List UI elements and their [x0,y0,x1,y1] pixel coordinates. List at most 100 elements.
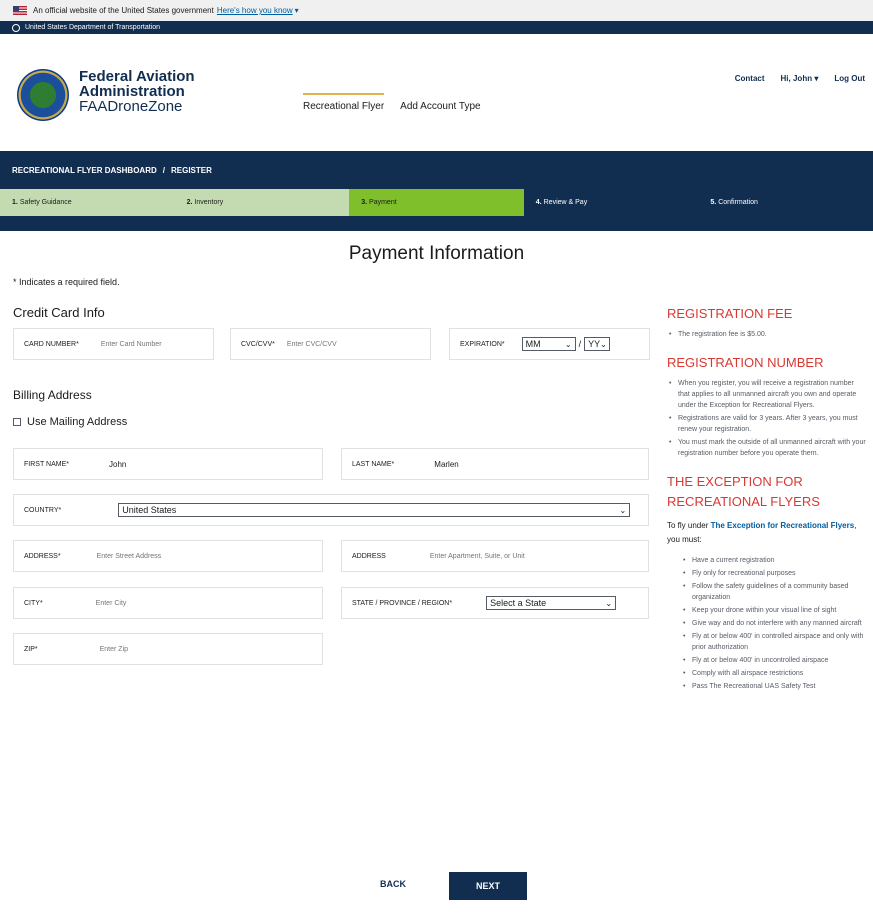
gov-banner-text: An official website of the United States… [33,6,214,15]
list-item: Comply with all airspace restrictions [681,668,867,679]
address2-field[interactable]: ADDRESS Enter Apartment, Suite, or Unit [341,540,649,572]
country-label: COUNTRY* [24,506,62,514]
required-note: * Indicates a required field. [13,277,120,287]
first-name-input[interactable]: John [109,460,126,469]
logout-link[interactable]: Log Out [834,74,865,83]
state-label: STATE / PROVINCE / REGION* [352,599,453,607]
user-menu[interactable]: Hi, John ▾ [781,74,819,83]
list-item: Fly only for recreational purposes [681,568,867,579]
expiration-field: EXPIRATION* MM ⌄ / YY ⌄ [449,328,650,360]
city-input[interactable]: Enter City [96,600,127,607]
chevron-down-icon: ⌄ [600,339,607,349]
contact-link[interactable]: Contact [735,74,765,83]
exception-title-1: THE EXCEPTION FOR [667,474,803,489]
step-confirmation: 5. Confirmation [698,189,873,216]
main-content: Payment Information * Indicates a requir… [0,231,873,900]
card-number-label: CARD NUMBER* [24,340,79,348]
list-item: Keep your drone within your visual line … [681,605,867,616]
state-field: STATE / PROVINCE / REGION* Select a Stat… [341,587,649,619]
registration-list: When you register, you will receive a re… [667,378,867,459]
utility-nav: Contact Hi, John ▾ Log Out [735,74,865,83]
exception-list: Have a current registration Fly only for… [667,555,867,692]
cvc-field[interactable]: CVC/CVV* Enter CVC/CVV [230,328,431,360]
first-name-label: FIRST NAME* [24,460,69,468]
brand-line-3: FAADroneZone [79,98,183,115]
sidebar-info: REGISTRATION FEE The registration fee is… [667,305,867,692]
step-safety-guidance: 1. Safety Guidance [0,189,175,216]
cvc-input[interactable]: Enter CVC/CVV [287,341,337,348]
first-name-field[interactable]: FIRST NAME* John [13,448,323,480]
country-select[interactable]: United States ⌄ [118,503,631,517]
list-item: Have a current registration [681,555,867,566]
step-inventory: 2. Inventory [174,189,350,216]
exp-separator: / [578,339,582,349]
list-item: You must mark the outside of all unmanne… [667,437,867,459]
address-field[interactable]: ADDRESS* Enter Street Address [13,540,323,572]
chevron-down-icon: ⌄ [619,505,627,515]
last-name-label: LAST NAME* [352,460,395,468]
list-item: Registrations are valid for 3 years. Aft… [667,413,867,435]
last-name-field[interactable]: LAST NAME* Marlen [341,448,649,480]
chevron-down-icon: ⌄ [564,339,572,349]
address-label: ADDRESS* [24,552,61,560]
breadcrumb: RECREATIONAL FLYER DASHBOARD / REGISTER [0,151,873,189]
brand[interactable]: Federal Aviation Administration FAADrone… [79,69,195,115]
breadcrumb-current: REGISTER [170,165,212,175]
use-mailing-checkbox[interactable] [13,418,21,426]
brand-line-1: Federal Aviation [79,68,195,85]
list-item: Pass The Recreational UAS Safety Test [681,681,867,692]
exception-title-2: RECREATIONAL FLYERS [667,494,820,509]
city-label: CITY* [24,599,43,607]
exp-month-select[interactable]: MM ⌄ [521,337,576,351]
how-you-know-link[interactable]: Here's how you know [217,6,293,15]
breadcrumb-bar: RECREATIONAL FLYER DASHBOARD / REGISTER … [0,151,873,231]
card-number-input[interactable]: Enter Card Number [101,341,162,348]
next-button[interactable]: NEXT [449,872,527,900]
exception-intro: To fly under The Exception for Recreatio… [667,521,857,544]
fee-list: The registration fee is $5.00. [667,329,867,340]
dept-bar: United States Department of Transportati… [0,21,873,34]
chevron-down-icon: ▾ [814,74,819,83]
nav-recreational-flyer[interactable]: Recreational Flyer [303,93,385,112]
us-flag-icon [13,6,27,15]
back-button[interactable]: BACK [380,879,406,889]
step-payment: 3. Payment [349,189,524,216]
address-input[interactable]: Enter Street Address [97,553,162,560]
country-field: COUNTRY* United States ⌄ [13,494,649,526]
state-select[interactable]: Select a State ⌄ [486,596,617,610]
zip-input[interactable]: Enter Zip [100,646,128,653]
credit-card-heading: Credit Card Info [13,305,105,320]
exception-link[interactable]: The Exception for Recreational Flyers [711,521,855,530]
exp-year-select[interactable]: YY ⌄ [584,337,611,351]
step-review-pay: 4. Review & Pay [523,189,699,216]
user-menu-label: Hi, John [780,74,813,83]
gov-banner: An official website of the United States… [0,0,873,21]
use-mailing-label: Use Mailing Address [27,416,128,428]
chevron-down-icon[interactable]: ▾ [295,6,299,15]
brand-line-2: Administration [79,83,185,100]
page-title: Payment Information [348,243,525,264]
main-nav: Recreational Flyer Add Account Type [303,93,481,112]
list-item: Fly at or below 400' in controlled airsp… [681,631,867,653]
last-name-input[interactable]: Marlen [434,460,458,469]
chevron-down-icon: ⌄ [605,598,613,608]
nav-add-account-type[interactable]: Add Account Type [400,101,480,112]
progress-steps: 1. Safety Guidance 2. Inventory 3. Payment … [0,189,873,216]
breadcrumb-separator: / [162,165,165,175]
card-number-field[interactable]: CARD NUMBER* Enter Card Number [13,328,214,360]
list-item: When you register, you will receive a re… [667,378,867,411]
dept-bar-text: United States Department of Transportati… [25,24,161,31]
use-mailing-address[interactable]: Use Mailing Address [13,416,127,428]
zip-field[interactable]: ZIP* Enter Zip [13,633,323,665]
list-item: Give way and do not interfere with any m… [681,618,867,629]
breadcrumb-dashboard[interactable]: RECREATIONAL FLYER DASHBOARD [12,166,157,175]
list-item: Fly at or below 400' in uncontrolled air… [681,655,867,666]
city-field[interactable]: CITY* Enter City [13,587,323,619]
address2-label: ADDRESS [352,552,386,560]
billing-heading: Billing Address [13,388,92,402]
expiration-label: EXPIRATION* [460,340,505,348]
address2-input[interactable]: Enter Apartment, Suite, or Unit [430,553,525,560]
faa-seal-logo[interactable] [17,69,69,121]
fee-title: REGISTRATION FEE [667,306,793,321]
zip-label: ZIP* [24,645,38,653]
